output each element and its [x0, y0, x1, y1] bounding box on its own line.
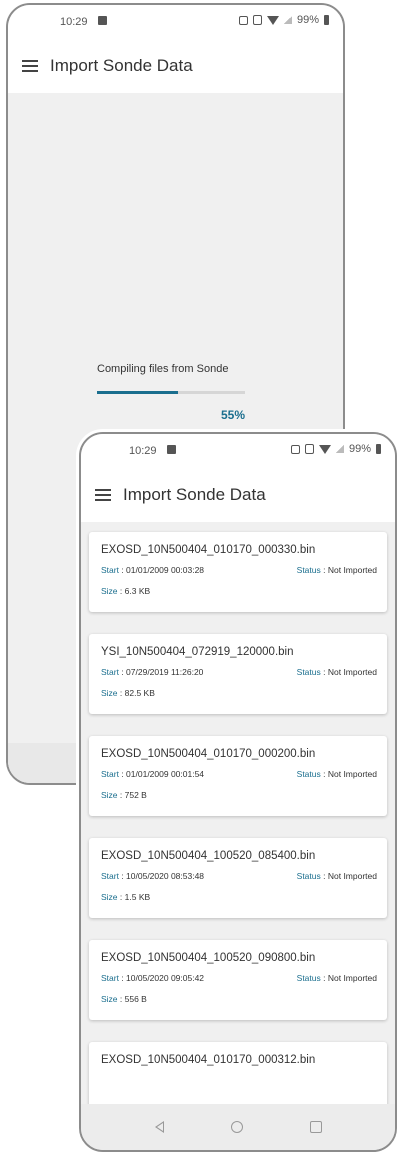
wifi-icon [318, 444, 331, 454]
file-name: EXOSD_10N500404_100520_085400.bin [101, 850, 316, 862]
vibrate-icon [304, 444, 314, 454]
hamburger-icon[interactable] [22, 60, 38, 72]
file-card[interactable]: EXOSD_10N500404_010170_000312.bin [89, 1042, 387, 1104]
vibrate-icon [252, 15, 262, 25]
file-name: YSI_10N500404_072919_120000.bin [101, 646, 294, 658]
file-status: Status : Not Imported [296, 973, 377, 983]
file-start: Start : 10/05/2020 09:05:42 [101, 973, 205, 983]
status-icons: 99% [290, 443, 381, 455]
page-title: Import Sonde Data [50, 56, 193, 75]
file-size: Size : 1.5 KB [101, 892, 151, 902]
nav-home-icon[interactable] [230, 1121, 243, 1133]
file-list: EXOSD_10N500404_010170_000330.bin Start … [81, 522, 395, 1104]
nfc-icon [290, 444, 300, 454]
app-bar: Import Sonde Data [8, 39, 343, 93]
file-size: Size : 752 B [101, 790, 147, 800]
file-start: Start : 01/01/2009 00:03:28 [101, 565, 205, 575]
file-status: Status : Not Imported [296, 871, 377, 881]
signal-icon [283, 16, 292, 24]
notification-icon [98, 16, 107, 25]
battery-icon [324, 15, 329, 25]
file-size: Size : 82.5 KB [101, 688, 155, 698]
file-status: Status : Not Imported [296, 769, 377, 779]
file-card[interactable]: EXOSD_10N500404_100520_090800.bin Start … [89, 940, 387, 1020]
file-card[interactable]: YSI_10N500404_072919_120000.bin Start : … [89, 634, 387, 714]
file-name: EXOSD_10N500404_010170_000330.bin [101, 544, 316, 556]
status-time: 10:29 [129, 445, 157, 457]
nav-back-icon[interactable] [154, 1121, 164, 1133]
status-time: 10:29 [60, 16, 88, 28]
progress-percent: 55% [220, 408, 245, 422]
signal-icon [335, 445, 344, 453]
file-start: Start : 07/29/2019 11:26:20 [101, 667, 204, 677]
file-size: Size : 556 B [101, 994, 147, 1004]
file-card[interactable]: EXOSD_10N500404_100520_085400.bin Start … [89, 838, 387, 918]
file-card[interactable]: EXOSD_10N500404_010170_000330.bin Start … [89, 532, 387, 612]
status-bar: 10:29 99% [81, 434, 395, 468]
hamburger-icon[interactable] [95, 489, 111, 501]
app-bar: Import Sonde Data [81, 468, 395, 522]
file-card[interactable]: EXOSD_10N500404_010170_000200.bin Start … [89, 736, 387, 816]
notification-icon [167, 445, 176, 454]
system-nav-bar [81, 1104, 395, 1150]
progress-label: Compiling files from Sonde [97, 363, 229, 375]
battery-text: 99% [348, 443, 371, 455]
file-start: Start : 01/01/2009 00:01:54 [101, 769, 205, 779]
nav-recent-icon[interactable] [309, 1121, 322, 1133]
nfc-icon [238, 15, 248, 25]
progress-bar-fill [97, 391, 179, 394]
file-status: Status : Not Imported [296, 565, 377, 575]
file-start: Start : 10/05/2020 08:53:48 [101, 871, 205, 881]
wifi-icon [266, 15, 279, 25]
battery-text: 99% [296, 14, 319, 26]
phone-screen-file-list: 10:29 99% Import Sonde Data EXOSD_10N500… [79, 432, 397, 1152]
status-bar: 10:29 99% [8, 5, 343, 39]
battery-icon [376, 444, 381, 454]
progress-bar [97, 391, 245, 394]
file-name: EXOSD_10N500404_100520_090800.bin [101, 952, 316, 964]
page-title: Import Sonde Data [123, 485, 266, 504]
file-size: Size : 6.3 KB [101, 586, 151, 596]
file-name: EXOSD_10N500404_010170_000200.bin [101, 748, 316, 760]
file-name: EXOSD_10N500404_010170_000312.bin [101, 1054, 316, 1066]
file-status: Status : Not Imported [296, 667, 377, 677]
progress-panel: Compiling files from Sonde 55% [97, 363, 257, 422]
status-icons: 99% [238, 14, 329, 26]
